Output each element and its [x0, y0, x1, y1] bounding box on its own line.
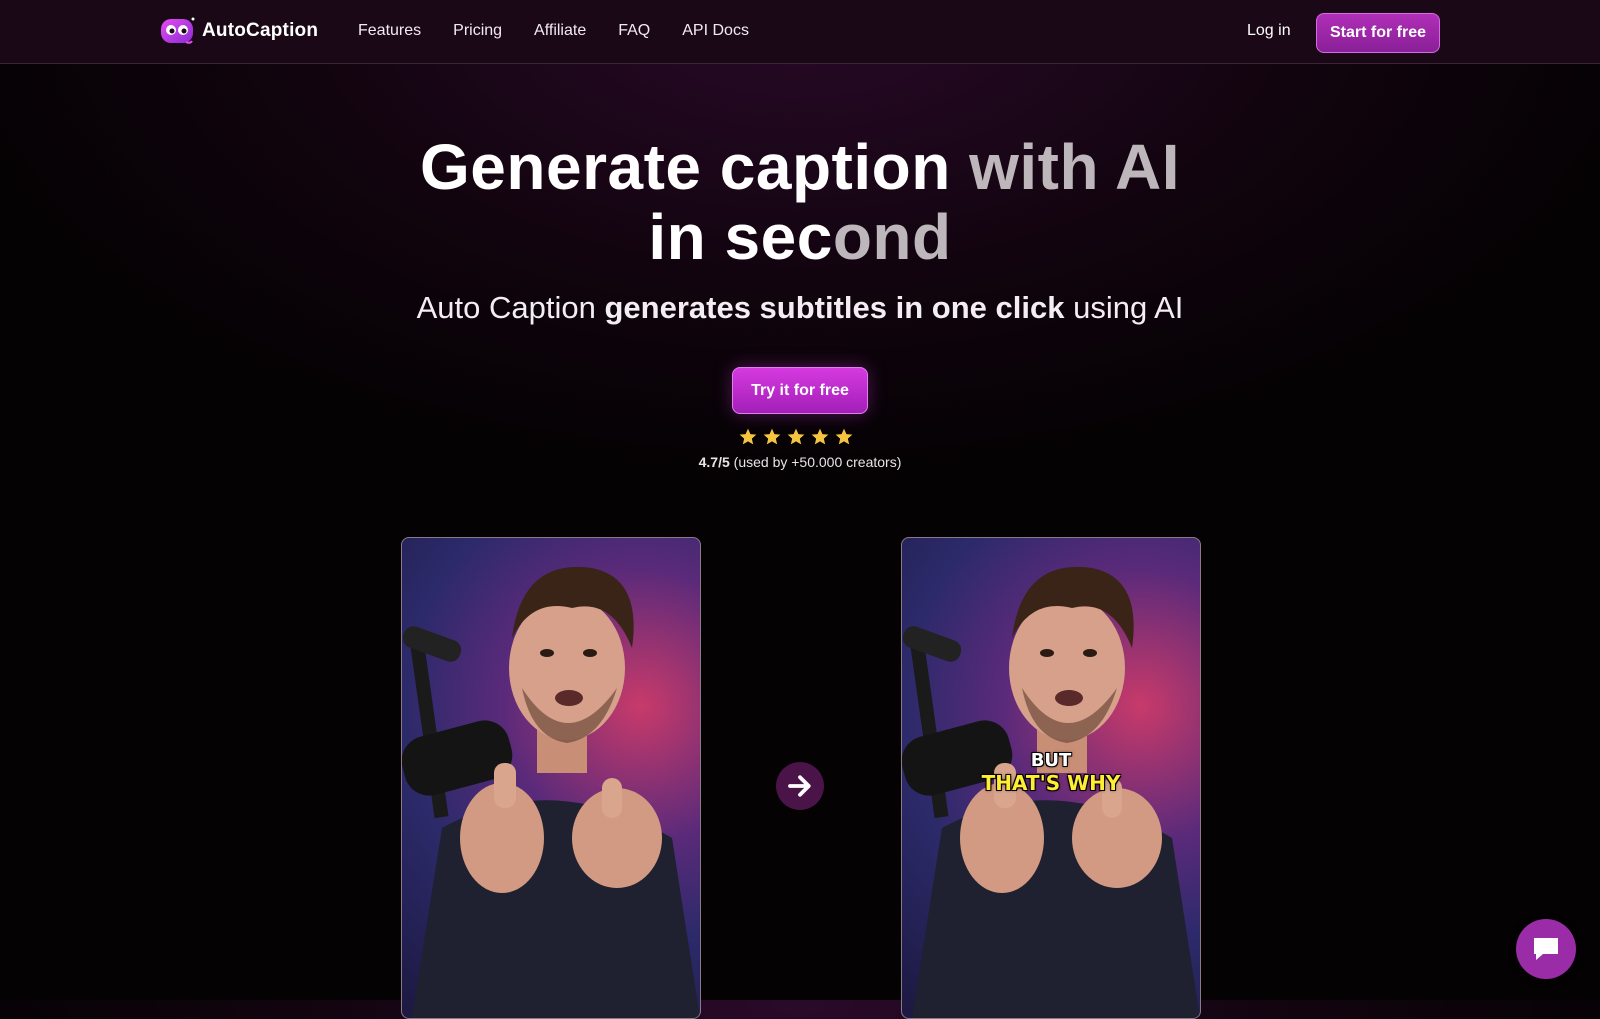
nav-link-affiliate[interactable]: Affiliate: [534, 22, 586, 40]
brand-logo[interactable]: AutoCaption: [160, 16, 318, 46]
nav-link-pricing[interactable]: Pricing: [453, 22, 502, 40]
subtitle-line: BUT: [1030, 750, 1072, 771]
login-link[interactable]: Log in: [1247, 22, 1291, 40]
nav-link-features[interactable]: Features: [358, 22, 421, 40]
brand-name: AutoCaption: [202, 20, 319, 41]
star-icon: [811, 428, 829, 445]
logo-icon: [161, 17, 195, 44]
subtitle-overlay: BUT THAT'S WHY: [902, 750, 1200, 794]
nav-link-api-docs[interactable]: API Docs: [682, 22, 749, 40]
rating-usage: (used by +50.000 creators): [729, 454, 902, 470]
headline-part: with AI: [969, 131, 1180, 203]
chat-button[interactable]: [1516, 919, 1576, 979]
video-after[interactable]: BUT THAT'S WHY: [901, 537, 1201, 1019]
video-before[interactable]: [401, 537, 701, 1019]
nav-links: Features Pricing Affiliate FAQ API Docs: [358, 22, 781, 40]
nav-link-faq[interactable]: FAQ: [618, 22, 650, 40]
rating-stars: [738, 427, 858, 447]
chat-icon: [1534, 938, 1558, 960]
arrow-right-icon: [776, 762, 824, 810]
rating-score: 4.7/5: [698, 454, 730, 470]
person-illustration: [402, 566, 700, 1018]
subtitle-line-highlight: THAT'S WHY: [981, 771, 1121, 795]
headline-part: Generate caption: [420, 131, 970, 203]
hero-subtitle: Auto Caption generates subtitles in one …: [300, 290, 1300, 326]
star-icon: [739, 428, 757, 445]
try-it-free-button[interactable]: Try it for free: [732, 367, 868, 414]
star-icon: [835, 428, 853, 445]
star-icon: [787, 428, 805, 445]
start-for-free-button[interactable]: Start for free: [1316, 13, 1440, 53]
star-icon: [763, 428, 781, 445]
subtitle-part: using AI: [1064, 290, 1184, 325]
subtitle-emphasis: generates subtitles in one click: [604, 290, 1065, 325]
headline-part: in sec: [648, 201, 833, 273]
rating-text: 4.7/5 (used by +50.000 creators): [600, 454, 1000, 470]
headline-part: ond: [832, 201, 952, 273]
top-navbar: AutoCaption Features Pricing Affiliate F…: [0, 0, 1600, 64]
subtitle-part: Auto Caption: [416, 290, 605, 325]
arrow-glyph: [788, 775, 811, 797]
hero-headline: Generate caption with AI in second: [300, 132, 1300, 272]
